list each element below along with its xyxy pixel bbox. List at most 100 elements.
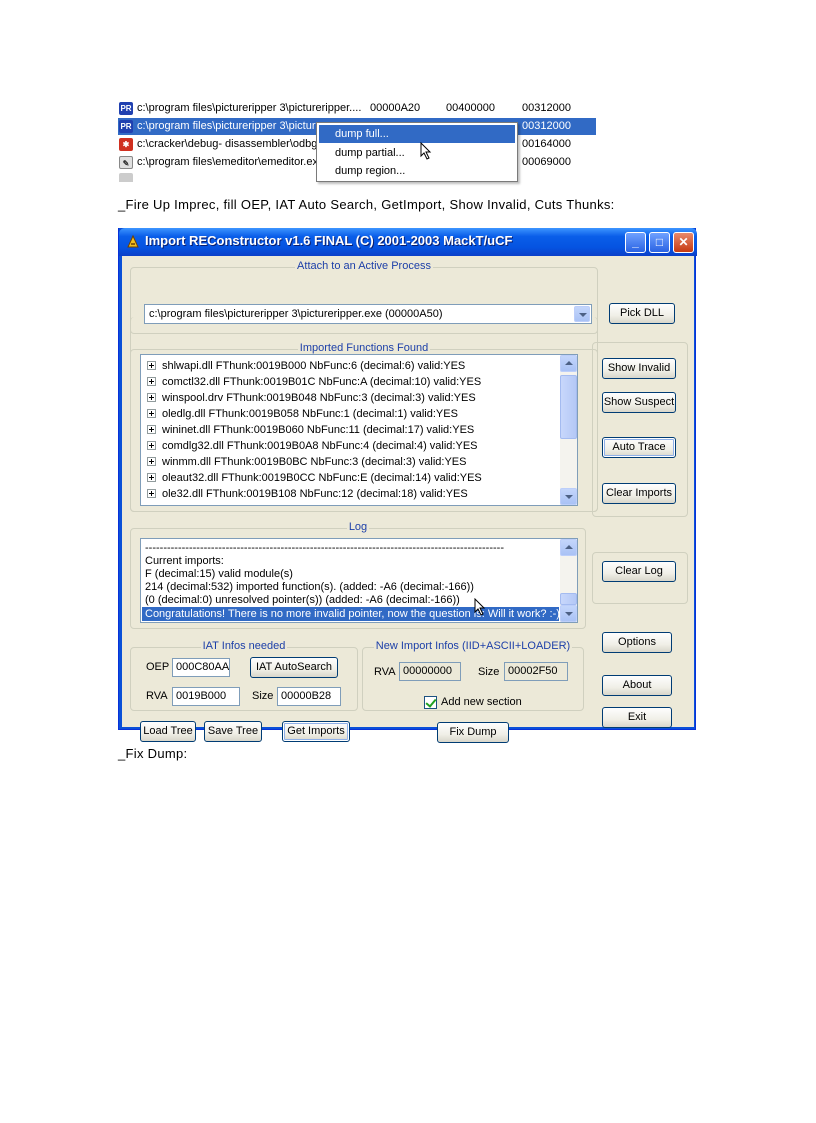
- pick-dll-button[interactable]: Pick DLL: [609, 303, 675, 324]
- exit-button[interactable]: Exit: [602, 707, 672, 728]
- expand-icon[interactable]: [147, 473, 156, 482]
- expand-icon[interactable]: [147, 361, 156, 370]
- log-list[interactable]: ----------------------------------------…: [140, 538, 578, 623]
- log-line: (0 (decimal:0) unresolved pointer(s)) (a…: [145, 594, 460, 606]
- attach-group-title: Attach to an Active Process: [295, 260, 433, 272]
- process-imagebase: 00400000: [446, 102, 495, 114]
- process-size: 00069000: [522, 156, 571, 168]
- bug-icon: ✱: [119, 138, 133, 151]
- tree-item[interactable]: shlwapi.dll FThunk:0019B000 NbFunc:6 (de…: [147, 358, 465, 374]
- show-invalid-button[interactable]: Show Invalid: [602, 358, 676, 379]
- scroll-down-icon[interactable]: [560, 488, 577, 505]
- close-button[interactable]: ✕: [673, 232, 694, 253]
- expand-icon[interactable]: [147, 489, 156, 498]
- log-line: 214 (decimal:532) imported function(s). …: [145, 581, 474, 593]
- rva-label: RVA: [146, 690, 168, 702]
- iat-group-title: IAT Infos needed: [200, 640, 288, 652]
- tree-item[interactable]: oleaut32.dll FThunk:0019B0CC NbFunc:E (d…: [147, 470, 482, 486]
- clear-imports-button[interactable]: Clear Imports: [602, 483, 676, 504]
- scroll-thumb[interactable]: [560, 375, 577, 439]
- add-new-section-checkbox[interactable]: [424, 696, 437, 709]
- maximize-button[interactable]: □: [649, 232, 670, 253]
- add-new-section-label: Add new section: [441, 696, 522, 708]
- new-rva-label: RVA: [374, 666, 396, 678]
- log-scrollbar[interactable]: [560, 539, 577, 622]
- editor-icon: ✎: [119, 156, 133, 169]
- log-line: ----------------------------------------…: [145, 542, 504, 554]
- scroll-up-icon[interactable]: [560, 355, 577, 372]
- imports-group-title: Imported Functions Found: [297, 342, 431, 354]
- rva-field[interactable]: 0019B000: [172, 687, 240, 706]
- about-button[interactable]: About: [602, 675, 672, 696]
- scroll-down-icon[interactable]: [560, 605, 577, 622]
- app-icon: [127, 234, 139, 248]
- close-icon: ✕: [678, 235, 689, 249]
- new-rva-field[interactable]: 00000000: [399, 662, 461, 681]
- menu-item-dump-partial[interactable]: dump partial...: [319, 144, 515, 162]
- tree-item[interactable]: comctl32.dll FThunk:0019B01C NbFunc:A (d…: [147, 374, 481, 390]
- process-size: 00312000: [522, 120, 571, 132]
- expand-icon[interactable]: [147, 441, 156, 450]
- new-size-field[interactable]: 00002F50: [504, 662, 568, 681]
- minimize-button[interactable]: _: [625, 232, 646, 253]
- tree-item[interactable]: winmm.dll FThunk:0019B0BC NbFunc:3 (deci…: [147, 454, 466, 470]
- expand-icon[interactable]: [147, 457, 156, 466]
- get-imports-button[interactable]: Get Imports: [282, 721, 350, 742]
- iat-autosearch-button[interactable]: IAT AutoSearch: [250, 657, 338, 678]
- process-size: 00312000: [522, 102, 571, 114]
- tree-item[interactable]: ole32.dll FThunk:0019B108 NbFunc:12 (dec…: [147, 486, 468, 502]
- auto-trace-button[interactable]: Auto Trace: [602, 437, 676, 458]
- oep-label: OEP: [146, 661, 170, 673]
- menu-item-dump-full[interactable]: dump full...: [319, 125, 515, 143]
- app-icon: PR: [119, 120, 133, 133]
- title-bar[interactable]: Import REConstructor v1.6 FINAL (C) 2001…: [119, 228, 697, 256]
- expand-icon[interactable]: [147, 425, 156, 434]
- load-tree-button[interactable]: Load Tree: [140, 721, 196, 742]
- mouse-cursor-icon: [420, 142, 432, 160]
- process-path: c:\cracker\debug- disassembler\odbg: [137, 138, 318, 150]
- show-suspect-button[interactable]: Show Suspect: [602, 392, 676, 413]
- process-path: c:\program files\pictureripper 3\picture: [137, 120, 322, 132]
- process-size: 00164000: [522, 138, 571, 150]
- new-size-label: Size: [478, 666, 500, 678]
- log-line: Current imports:: [145, 555, 224, 567]
- window-client: Attach to an Active Process c:\program f…: [122, 256, 694, 743]
- imports-tree[interactable]: shlwapi.dll FThunk:0019B000 NbFunc:6 (de…: [140, 354, 578, 506]
- scroll-thumb[interactable]: [560, 593, 577, 605]
- process-pid: 00000A20: [370, 102, 421, 114]
- expand-icon[interactable]: [147, 377, 156, 386]
- imports-scrollbar[interactable]: [560, 355, 577, 505]
- menu-item-dump-region[interactable]: dump region...: [319, 162, 515, 180]
- size-field[interactable]: 00000B28: [277, 687, 341, 706]
- caption-step: _Fire Up Imprec, fill OEP, IAT Auto Sear…: [118, 197, 615, 212]
- log-group-title: Log: [346, 521, 370, 533]
- tree-item[interactable]: oledlg.dll FThunk:0019B058 NbFunc:1 (dec…: [147, 406, 458, 422]
- context-menu: dump full... dump partial... dump region…: [316, 122, 518, 182]
- process-icon: [119, 173, 133, 182]
- scroll-up-icon[interactable]: [560, 539, 577, 556]
- mouse-cursor-icon: [474, 598, 486, 616]
- clear-log-button[interactable]: Clear Log: [602, 561, 676, 582]
- log-line: F (decimal:15) valid module(s): [145, 568, 293, 580]
- save-tree-button[interactable]: Save Tree: [204, 721, 262, 742]
- import-reconstructor-window: Import REConstructor v1.6 FINAL (C) 2001…: [118, 228, 697, 743]
- minimize-icon: _: [632, 235, 639, 249]
- fix-dump-button[interactable]: Fix Dump: [437, 722, 509, 743]
- size-label: Size: [252, 690, 274, 702]
- tree-item[interactable]: comdlg32.dll FThunk:0019B0A8 NbFunc:4 (d…: [147, 438, 478, 454]
- window-title: Import REConstructor v1.6 FINAL (C) 2001…: [145, 233, 513, 248]
- new-import-group-title: New Import Infos (IID+ASCII+LOADER): [373, 640, 573, 652]
- process-row[interactable]: PR c:\program files\pictureripper 3\pict…: [118, 100, 596, 117]
- expand-icon[interactable]: [147, 393, 156, 402]
- process-path: c:\program files\pictureripper 3\picture…: [137, 102, 362, 114]
- tree-item[interactable]: winspool.drv FThunk:0019B048 NbFunc:3 (d…: [147, 390, 476, 406]
- expand-icon[interactable]: [147, 409, 156, 418]
- maximize-icon: □: [655, 235, 664, 249]
- caption-fix-dump: _Fix Dump:: [118, 746, 188, 761]
- options-button[interactable]: Options: [602, 632, 672, 653]
- app-icon: PR: [119, 102, 133, 115]
- process-path: c:\program files\emeditor\emeditor.ex: [137, 156, 318, 168]
- oep-field[interactable]: 000C80AA: [172, 658, 230, 677]
- log-line-selected[interactable]: Congratulations! There is no more invali…: [142, 607, 559, 621]
- tree-item[interactable]: wininet.dll FThunk:0019B060 NbFunc:11 (d…: [147, 422, 474, 438]
